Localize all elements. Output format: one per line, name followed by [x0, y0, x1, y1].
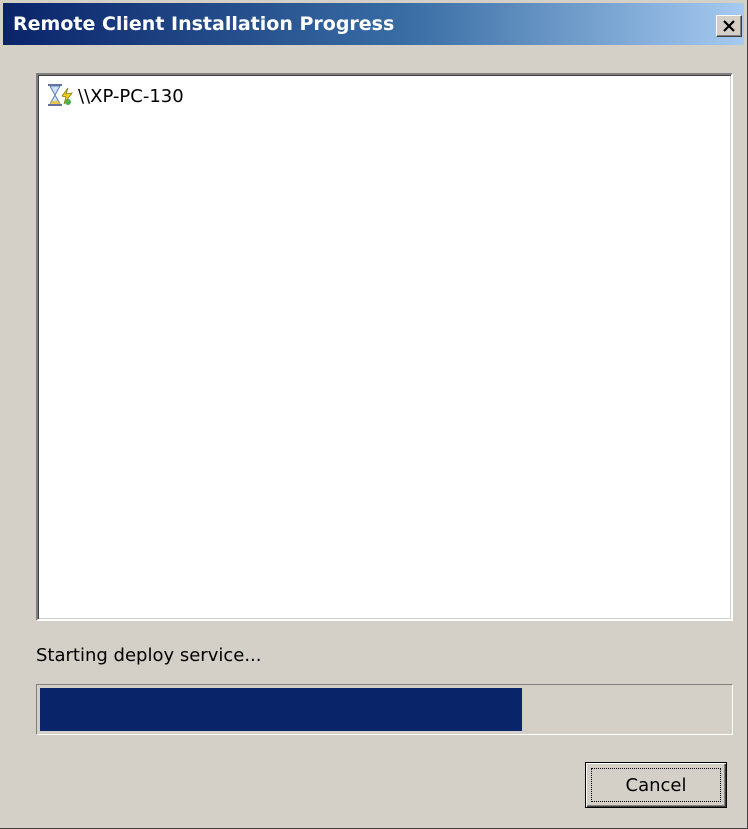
progress-bar — [36, 684, 733, 735]
close-icon — [723, 20, 735, 32]
title-bar[interactable]: Remote Client Installation Progress — [3, 3, 744, 45]
hourglass-computer-icon — [48, 84, 73, 106]
cancel-button[interactable]: Cancel — [585, 762, 727, 808]
status-text: Starting deploy service... — [36, 645, 262, 666]
dialog-title: Remote Client Installation Progress — [13, 13, 395, 35]
client-list[interactable]: \\XP-PC-130 — [36, 73, 733, 621]
list-item[interactable]: \\XP-PC-130 — [46, 81, 184, 111]
install-progress-dialog: Remote Client Installation Progress \\XP… — [0, 0, 748, 829]
cancel-button-label: Cancel — [625, 774, 687, 796]
progress-fill — [40, 688, 522, 731]
close-button[interactable] — [716, 15, 742, 37]
list-item-label: \\XP-PC-130 — [78, 85, 184, 107]
